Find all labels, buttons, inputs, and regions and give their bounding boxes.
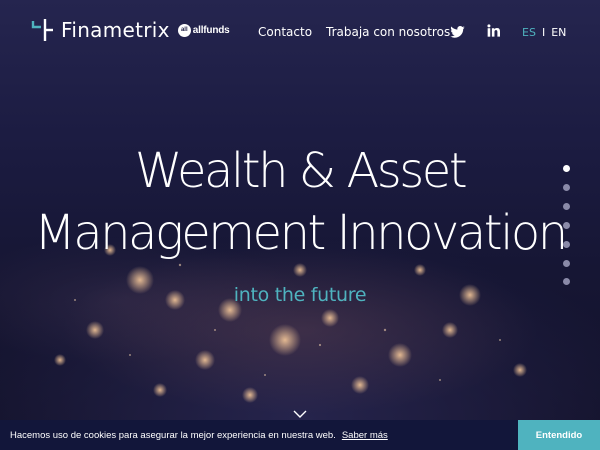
nav-link-contacto[interactable]: Contacto (258, 25, 312, 39)
chevron-down-icon[interactable] (293, 410, 307, 418)
slide-dot[interactable] (563, 184, 570, 191)
linkedin-icon[interactable] (487, 24, 500, 37)
logo-mark-icon (31, 19, 53, 41)
slide-dot[interactable] (563, 203, 570, 210)
cookie-more-link[interactable]: Saber más (342, 430, 388, 441)
cookie-banner: Hacemos uso de cookies para asegurar la … (0, 420, 600, 450)
nav-link-trabaja[interactable]: Trabaja con nosotros (326, 25, 450, 39)
logo-text: Finametrix (61, 18, 170, 42)
hero-headline: Wealth & Asset Management Innovation (0, 140, 600, 264)
allfunds-logo: all allfunds (177, 23, 230, 37)
cookie-accept-button[interactable]: Entendido (518, 420, 600, 450)
twitter-icon[interactable] (450, 26, 465, 38)
slide-dot[interactable] (563, 222, 570, 229)
headline-line-2: Management Innovation (34, 205, 568, 261)
lang-es[interactable]: ES (522, 26, 536, 39)
allfunds-text: allfunds (192, 24, 230, 36)
language-switcher: ES I EN (522, 26, 566, 39)
slide-dot[interactable] (563, 165, 570, 172)
finametrix-logo[interactable]: Finametrix all allfunds (31, 17, 230, 43)
slide-dot[interactable] (563, 241, 570, 248)
allfunds-badge-icon: all (177, 23, 191, 37)
headline-line-1: Wealth & Asset (134, 143, 468, 199)
cookie-message: Hacemos uso de cookies para asegurar la … (10, 429, 336, 441)
hero-subline: into the future (233, 284, 367, 306)
lang-separator: I (541, 26, 546, 39)
slide-dot[interactable] (563, 278, 570, 285)
slide-dot[interactable] (563, 260, 570, 267)
lang-en[interactable]: EN (551, 26, 566, 39)
